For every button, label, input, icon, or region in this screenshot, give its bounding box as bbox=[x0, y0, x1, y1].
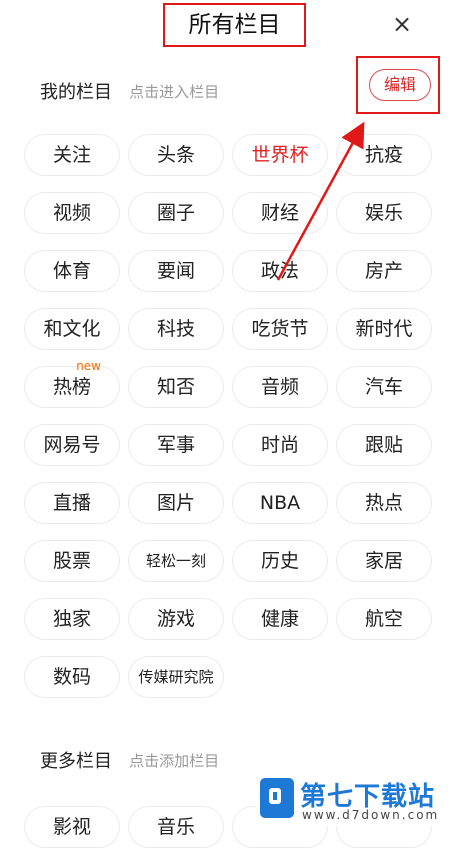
annotation-arrow-icon bbox=[276, 121, 365, 281]
watermark: 第七下载站 www.d7down.com bbox=[256, 774, 450, 826]
watermark-url: www.d7down.com bbox=[302, 808, 440, 822]
watermark-logo-icon bbox=[260, 778, 294, 818]
